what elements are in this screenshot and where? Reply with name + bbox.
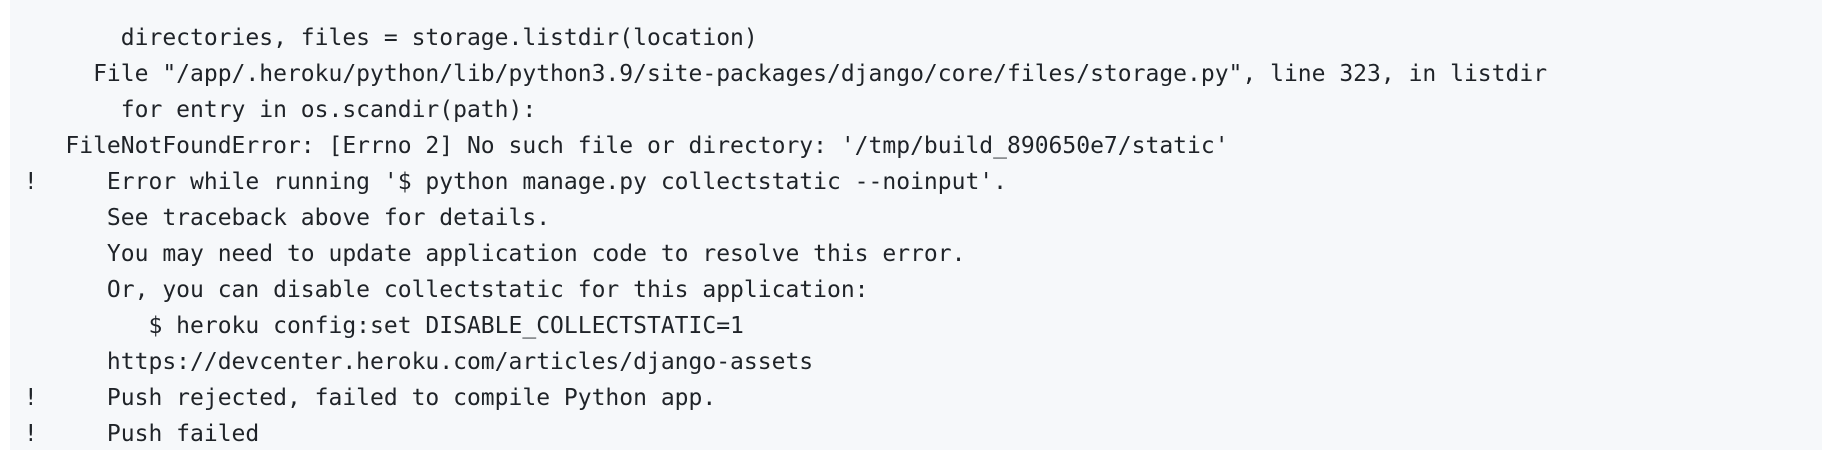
code-block: directories, files = storage.listdir(loc… bbox=[10, 0, 1822, 450]
code-line: Or, you can disable collectstatic for th… bbox=[10, 277, 869, 303]
code-line-truncated-top bbox=[10, 0, 1547, 20]
code-line: FileNotFoundError: [Errno 2] No such fil… bbox=[10, 133, 1229, 159]
code-lines: directories, files = storage.listdir(loc… bbox=[10, 0, 1547, 450]
code-line: File "/app/.heroku/python/lib/python3.9/… bbox=[10, 61, 1548, 87]
code-line: https://devcenter.heroku.com/articles/dj… bbox=[10, 349, 814, 375]
code-line: $ heroku config:set DISABLE_COLLECTSTATI… bbox=[10, 313, 744, 339]
code-line: You may need to update application code … bbox=[10, 241, 966, 267]
code-line: See traceback above for details. bbox=[10, 205, 551, 231]
code-line: ! Push failed bbox=[10, 421, 260, 447]
code-line: ! Error while running '$ python manage.p… bbox=[10, 169, 1007, 195]
code-line: for entry in os.scandir(path): bbox=[10, 97, 537, 123]
code-line: directories, files = storage.listdir(loc… bbox=[10, 25, 758, 51]
code-line: ! Push rejected, failed to compile Pytho… bbox=[10, 385, 717, 411]
